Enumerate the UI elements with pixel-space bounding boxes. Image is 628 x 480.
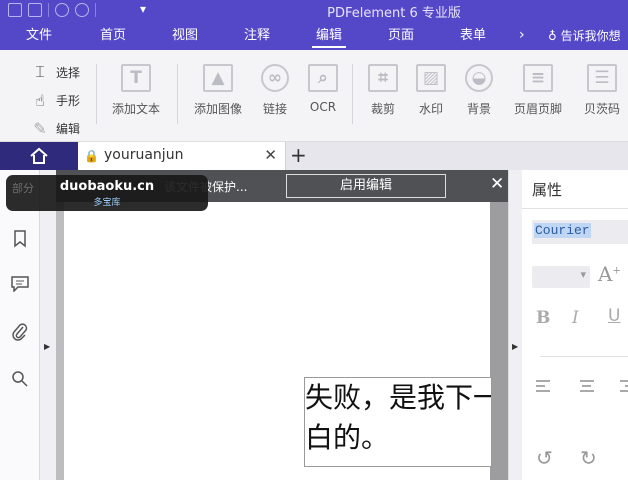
rotate-left-icon[interactable]: ↺ <box>536 446 553 470</box>
add-image-button[interactable]: ▲ 添加图像 <box>188 64 248 117</box>
close-banner-icon[interactable]: ✕ <box>490 174 504 194</box>
home-tab[interactable] <box>0 142 78 170</box>
watermark-brand: 多宝库 <box>93 198 121 208</box>
background-button[interactable]: ◒ 背景 <box>460 64 498 117</box>
align-center-icon[interactable] <box>580 380 594 395</box>
expand-arrow-icon: ▶ <box>44 342 51 351</box>
lock-icon: 🔒 <box>84 149 99 163</box>
divider <box>177 64 178 124</box>
left-panel-collapse-handle[interactable]: ▶ <box>40 170 56 480</box>
editable-text-block[interactable]: 失败，是我下一 白的。 <box>304 377 492 467</box>
link-icon: ∞ <box>261 64 289 92</box>
image-icon: ▲ <box>203 64 233 92</box>
background-label: 背景 <box>466 102 491 116</box>
title-bar: ▾ PDFelement 6 专业版 <box>0 0 628 22</box>
align-right-icon[interactable] <box>620 380 628 395</box>
menu-page[interactable]: 页面 <box>384 22 418 50</box>
menu-more-chevron-icon[interactable]: › <box>519 27 525 43</box>
watermark-icon: ▨ <box>416 64 446 92</box>
header-footer-button[interactable]: ≡ 页眉页脚 <box>508 64 568 117</box>
document-tab-bar: 🔒 youruanjun ✕ + <box>0 142 628 170</box>
home-icon <box>30 147 48 164</box>
mode-tools: ⌶ 选择 ☝ 手形 ✎ 编辑 <box>30 58 80 142</box>
increase-font-size-icon[interactable]: A+ <box>598 262 621 286</box>
properties-title: 属性 <box>532 181 563 199</box>
enable-editing-button[interactable]: 启用编辑 <box>286 174 446 198</box>
divider <box>540 356 628 357</box>
ocr-button[interactable]: ⌕ OCR <box>304 64 342 114</box>
text-line: 白的。 <box>305 421 390 454</box>
font-family-field[interactable]: Courier <box>532 220 628 244</box>
font-family-value: Courier <box>534 223 591 238</box>
align-left-icon[interactable] <box>536 380 550 395</box>
crop-button[interactable]: ⌗ 裁剪 <box>364 64 402 117</box>
menu-edit[interactable]: 编辑 <box>312 22 346 50</box>
text-box-icon: T <box>121 64 151 92</box>
bates-number-icon: ☰ <box>587 64 617 92</box>
tell-me-label: 告诉我你想 <box>560 29 621 43</box>
link-button[interactable]: ∞ 链接 <box>258 64 292 117</box>
properties-panel: 属性 Courier A+ B I U ↺ ↻ <box>522 170 628 480</box>
divider <box>96 64 97 124</box>
left-sidebar <box>0 170 40 480</box>
menu-comment[interactable]: 注释 <box>240 22 274 50</box>
select-tool[interactable]: ⌶ 选择 <box>30 58 80 86</box>
document-tab[interactable]: 🔒 youruanjun ✕ <box>78 142 286 170</box>
bookmark-icon[interactable] <box>10 230 30 250</box>
divider <box>522 208 628 209</box>
site-watermark: 部分 duobaoku.cn 多宝库 <box>6 175 208 211</box>
ribbon-toolbar: ⌶ 选择 ☝ 手形 ✎ 编辑 T 添加文本 ▲ 添加图像 ∞ 链接 ⌕ OCR … <box>0 50 628 142</box>
window-title: PDFelement 6 专业版 <box>327 6 461 21</box>
watermark-domain: duobaoku.cn <box>59 179 155 194</box>
italic-button[interactable]: I <box>572 308 579 328</box>
crop-icon: ⌗ <box>368 64 398 92</box>
vertical-scrollbar[interactable] <box>490 196 508 480</box>
font-size-dropdown[interactable] <box>532 266 590 288</box>
watermark-label: 水印 <box>418 102 443 116</box>
collapse-arrow-icon: ▶ <box>512 342 519 351</box>
edit-label: 编辑 <box>56 121 81 136</box>
grow-glyph: A <box>598 262 613 286</box>
hand-tool[interactable]: ☝ 手形 <box>30 86 80 114</box>
bates-label: 贝茨码 <box>583 102 620 116</box>
search-icon[interactable] <box>10 370 30 390</box>
lightbulb-icon: ♁ <box>548 29 557 43</box>
menu-home[interactable]: 首页 <box>96 22 130 50</box>
right-panel-collapse-handle[interactable]: ▶ <box>508 170 522 480</box>
bold-button[interactable]: B <box>536 308 550 328</box>
underline-button[interactable]: U <box>608 306 620 326</box>
edit-tool[interactable]: ✎ 编辑 <box>30 114 80 142</box>
menu-bar: 文件 首页 视图 注释 编辑 页面 表单 › ♁ 告诉我你想 <box>0 22 628 50</box>
text-line: 失败，是我下一 <box>305 381 492 414</box>
comment-icon[interactable] <box>10 276 30 296</box>
add-image-label: 添加图像 <box>193 102 242 116</box>
menu-file[interactable]: 文件 <box>22 22 56 50</box>
header-footer-label: 页眉页脚 <box>513 102 562 116</box>
hand-label: 手形 <box>56 93 81 108</box>
cursor-icon: ⌶ <box>35 62 45 81</box>
select-label: 选择 <box>56 65 81 80</box>
rotate-right-icon[interactable]: ↻ <box>580 446 597 470</box>
add-text-label: 添加文本 <box>111 102 160 116</box>
attachment-icon[interactable] <box>10 322 30 342</box>
link-label: 链接 <box>262 102 287 116</box>
new-tab-icon[interactable]: + <box>290 143 307 167</box>
ocr-icon: ⌕ <box>308 64 338 92</box>
edit-pencil-icon: ✎ <box>33 118 47 138</box>
crop-label: 裁剪 <box>370 102 395 116</box>
ocr-label: OCR <box>309 100 337 114</box>
hand-icon: ☝ <box>35 90 45 110</box>
background-bucket-icon: ◒ <box>465 64 493 92</box>
bates-number-button[interactable]: ☰ 贝茨码 <box>578 64 626 117</box>
add-text-button[interactable]: T 添加文本 <box>106 64 166 117</box>
document-tab-title: youruanjun <box>104 147 184 163</box>
watermark-button[interactable]: ▨ 水印 <box>412 64 450 117</box>
close-tab-icon[interactable]: ✕ <box>264 146 277 164</box>
menu-form[interactable]: 表单 <box>456 22 490 50</box>
header-footer-icon: ≡ <box>523 64 553 92</box>
menu-view[interactable]: 视图 <box>168 22 202 50</box>
divider <box>352 64 353 124</box>
tell-me-search[interactable]: ♁ 告诉我你想 <box>548 27 621 44</box>
